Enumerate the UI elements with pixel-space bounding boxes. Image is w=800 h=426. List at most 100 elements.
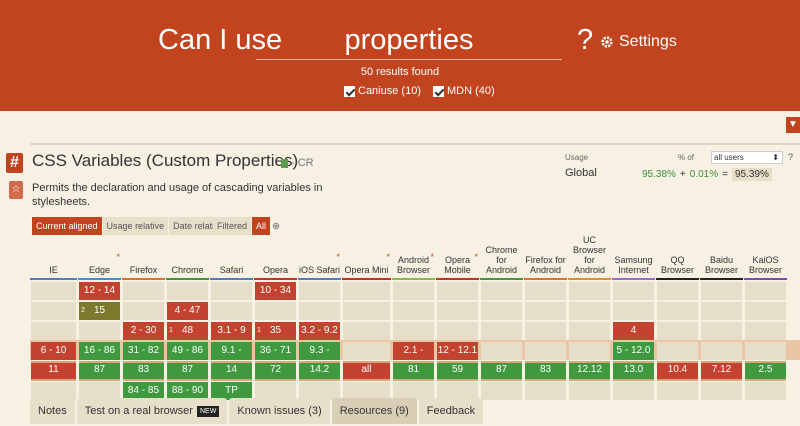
version-cell[interactable]: all bbox=[343, 361, 390, 381]
version-cell[interactable]: 87 bbox=[481, 361, 522, 381]
version-cell[interactable]: 3.2 - 9.2 bbox=[299, 322, 340, 340]
tab-notes[interactable]: Notes bbox=[30, 398, 75, 424]
filtered-button[interactable]: Filtered bbox=[213, 217, 253, 235]
browser-name[interactable]: QQ Browser bbox=[656, 240, 699, 278]
browser-name[interactable]: Edge bbox=[78, 240, 121, 278]
version-cell[interactable]: 12 - 14 bbox=[79, 282, 120, 300]
version-cell[interactable]: 87 bbox=[167, 361, 208, 381]
version-cell[interactable]: 12.12 bbox=[569, 361, 610, 381]
funnel-icon[interactable]: ▼ bbox=[786, 117, 800, 133]
version-cell[interactable]: 36 - 71 bbox=[255, 342, 296, 360]
checkbox-icon[interactable] bbox=[344, 85, 355, 97]
version-cell[interactable]: 14.2 bbox=[299, 361, 340, 381]
empty-cell bbox=[745, 342, 786, 360]
empty-cell bbox=[569, 342, 610, 360]
browser-name[interactable]: Baidu Browser bbox=[700, 240, 743, 278]
tab-known-issues-3[interactable]: Known issues (3) bbox=[229, 398, 330, 424]
empty-cell bbox=[167, 282, 208, 300]
view-mode-buttons: Current aligned Usage relative Date rela… bbox=[32, 217, 229, 235]
permalink-hash-button[interactable]: # bbox=[6, 153, 23, 173]
version-cell[interactable]: 16 - 86 bbox=[79, 342, 120, 360]
empty-cell bbox=[745, 382, 786, 400]
star-button[interactable]: ☆ bbox=[9, 181, 23, 199]
version-cell[interactable]: 59 bbox=[437, 361, 478, 381]
version-cell[interactable]: 2.1 - 4.4.4 bbox=[393, 342, 434, 374]
browser-name[interactable]: KaiOS Browser bbox=[744, 240, 787, 278]
version-cell[interactable]: 10.4 bbox=[657, 361, 698, 381]
source-filter-checkbox[interactable]: MDN (40) bbox=[432, 85, 495, 97]
version-cell[interactable]: 31 - 82 bbox=[123, 342, 164, 360]
version-cell[interactable]: 4 bbox=[613, 322, 654, 340]
source-filter-checkbox[interactable]: Caniuse (10) bbox=[344, 85, 421, 97]
version-cell[interactable]: 5 - 12.0 bbox=[613, 342, 654, 360]
partial-percent: 0.01% bbox=[689, 169, 719, 180]
browser-name[interactable]: Chrome for Android bbox=[480, 240, 523, 278]
tab-test-on-a-real-browser[interactable]: Test on a real browser NEW bbox=[76, 398, 228, 424]
version-cell[interactable]: 2 - 30 bbox=[123, 322, 164, 340]
version-cell[interactable]: 9.3 - 13.7 bbox=[299, 342, 340, 374]
version-label: 15 bbox=[93, 305, 106, 316]
browser-name[interactable]: Firefox bbox=[122, 240, 165, 278]
browser-color-bar bbox=[700, 278, 743, 280]
version-cell[interactable]: 4 - 47 bbox=[167, 302, 208, 320]
browser-color-bar bbox=[342, 278, 391, 280]
usage-scope-select[interactable]: all users ⬍ bbox=[711, 151, 783, 164]
asterisk-icon: * bbox=[474, 252, 478, 262]
version-cell[interactable]: 83 bbox=[525, 361, 566, 381]
search-input[interactable] bbox=[256, 22, 562, 60]
version-cell[interactable]: 13.0 bbox=[613, 361, 654, 381]
empty-cell bbox=[393, 322, 434, 340]
version-label: 2.5 bbox=[758, 364, 773, 375]
browser-column: Firefox for Android 83 bbox=[524, 240, 567, 400]
version-cell[interactable]: 14 bbox=[211, 361, 252, 381]
empty-cell bbox=[701, 322, 742, 340]
current-aligned-button[interactable]: Current aligned bbox=[32, 217, 103, 235]
version-cell[interactable]: 6 - 10 bbox=[31, 342, 76, 360]
browser-name[interactable]: IE bbox=[30, 240, 77, 278]
browser-name[interactable]: UC Browser for Android bbox=[568, 235, 611, 278]
version-cell[interactable]: 2.5 bbox=[745, 361, 786, 381]
browser-name[interactable]: Firefox for Android bbox=[524, 240, 567, 278]
all-button[interactable]: All bbox=[252, 217, 272, 235]
empty-cell bbox=[657, 342, 698, 360]
version-cell[interactable]: 12 - 12.1 bbox=[437, 342, 478, 360]
version-cell[interactable]: 11 bbox=[31, 361, 76, 381]
browser-name[interactable]: Samsung Internet bbox=[612, 240, 655, 278]
version-cell[interactable]: 10 - 34 bbox=[255, 282, 296, 300]
version-cell[interactable]: 81 bbox=[393, 361, 434, 381]
browser-name[interactable]: Opera bbox=[254, 240, 297, 278]
browser-color-bar bbox=[210, 278, 253, 280]
browser-name[interactable]: iOS Safari bbox=[298, 240, 341, 278]
browser-name[interactable]: Opera Mobile bbox=[436, 240, 479, 278]
version-cell[interactable]: 48 1 bbox=[167, 322, 208, 340]
browser-name[interactable]: Opera Mini bbox=[342, 240, 391, 278]
version-cell[interactable]: 3.1 - 9 bbox=[211, 322, 252, 340]
browser-column: Chrome 4 - 47 48 1 49 - 86 87 88 - 90 bbox=[166, 240, 209, 400]
version-cell[interactable]: 72 bbox=[255, 361, 296, 381]
version-cell[interactable]: 83 bbox=[123, 361, 164, 381]
version-cell[interactable]: 49 - 86 bbox=[167, 342, 208, 360]
version-cell[interactable]: 9.1 - 13.1 bbox=[211, 342, 252, 374]
feature-title[interactable]: CSS Variables (Custom Properties) bbox=[32, 151, 298, 171]
version-cell[interactable]: 35 1 bbox=[255, 322, 296, 340]
version-label: TP bbox=[225, 385, 238, 396]
browser-name[interactable]: Android Browser bbox=[392, 240, 435, 278]
version-label: 13.0 bbox=[623, 364, 644, 375]
usage-relative-button[interactable]: Usage relative bbox=[102, 217, 170, 235]
version-cell[interactable]: 87 bbox=[79, 361, 120, 381]
tab-resources-9[interactable]: Resources (9) bbox=[331, 398, 417, 424]
spec-status[interactable]: - CR bbox=[281, 157, 314, 169]
browser-name[interactable]: Chrome bbox=[166, 240, 209, 278]
browser-column: Opera Mini * all bbox=[342, 240, 391, 400]
version-label: 12 - 12.1 bbox=[437, 345, 478, 356]
version-cell[interactable]: 15 2 bbox=[79, 302, 120, 320]
usage-of-label: % of bbox=[678, 153, 695, 162]
gear-icon[interactable] bbox=[272, 222, 280, 230]
tab-feedback[interactable]: Feedback bbox=[418, 398, 484, 424]
empty-cell bbox=[211, 302, 252, 320]
usage-help-icon[interactable]: ? bbox=[788, 152, 793, 162]
checkbox-icon[interactable] bbox=[432, 85, 444, 97]
settings-button[interactable]: Settings bbox=[600, 33, 677, 51]
version-cell[interactable]: 7.12 bbox=[701, 361, 742, 381]
browser-name[interactable]: Safari bbox=[210, 240, 253, 278]
